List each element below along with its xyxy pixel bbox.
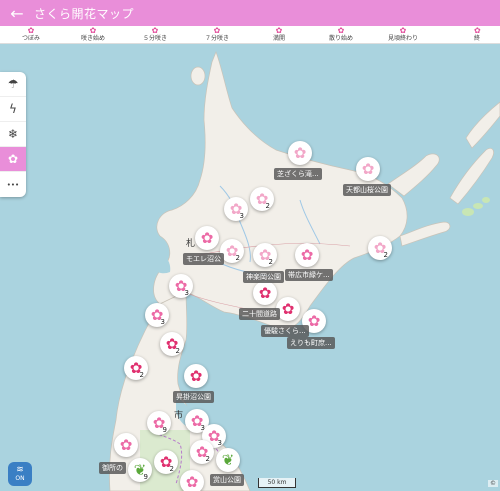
sakura-marker[interactable]: ✿ 2 xyxy=(190,440,214,464)
sakura-marker[interactable]: ✿ 2 xyxy=(250,187,274,211)
bud-icon: ✿ xyxy=(27,26,35,35)
half-bloom-icon: ✿ xyxy=(119,435,133,454)
map-scale: 50 km xyxy=(258,478,296,488)
bud-icon: ✿ xyxy=(293,143,307,162)
legend-item-last: ✿ 終 xyxy=(474,26,481,43)
more-icon: ••• xyxy=(6,180,20,189)
sakura-marker[interactable]: ✿ 2 xyxy=(253,243,277,267)
sakura-marker[interactable]: ✿ xyxy=(295,243,319,267)
back-button[interactable]: ← xyxy=(0,0,34,26)
legend-item-full: ✿ 満開 xyxy=(272,26,285,43)
sakura-marker[interactable]: ❦ 9 xyxy=(128,458,152,482)
sakura-marker[interactable]: ✿ xyxy=(180,470,204,491)
legend-item-start: ✿ 咲き始め xyxy=(80,26,105,43)
sakura-marker[interactable]: ❦ xyxy=(216,448,240,472)
leaf-icon: ❦ xyxy=(221,450,235,469)
sakura-marker[interactable]: ✿ 2 xyxy=(368,236,392,260)
lightning-icon: ϟ xyxy=(9,102,17,116)
half-bloom-icon: ✿ xyxy=(151,26,159,35)
half-bloom-icon: ✿ xyxy=(185,472,199,491)
sakura-layer-button[interactable]: ✿ xyxy=(0,147,26,172)
half-bloom-icon: ✿ xyxy=(200,228,214,247)
weather-wave-icon: ≋ xyxy=(16,465,24,475)
sakura-marker[interactable]: ✿ xyxy=(114,433,138,457)
rain-cloud-icon: ☂ xyxy=(7,77,19,91)
legend-item-half: ✿ ５分咲き xyxy=(142,26,167,43)
sakura-marker[interactable]: ✿ xyxy=(356,157,380,181)
end-icon: ✿ xyxy=(474,26,481,35)
spot-label[interactable]: 優駿さくら... xyxy=(261,325,309,337)
legend-item-end: ✿ 見頃終わり xyxy=(387,26,418,43)
sakura-marker[interactable]: ✿ 3 xyxy=(169,274,193,298)
sakura-marker[interactable]: ✿ xyxy=(288,141,312,165)
layer-sidebar: ☂ ϟ ❄ ✿ ••• xyxy=(0,72,26,197)
spot-label[interactable]: えりも町庶... xyxy=(287,337,335,349)
spot-label[interactable]: 芝ざくら滝... xyxy=(274,168,322,180)
svg-text:札: 札 xyxy=(186,237,195,249)
arrow-left-icon: ← xyxy=(10,3,24,23)
blossom-start-icon: ✿ xyxy=(89,26,97,35)
snow-layer-button[interactable]: ❄ xyxy=(0,122,26,147)
full-bloom-icon: ✿ xyxy=(281,299,295,318)
bud-icon: ✿ xyxy=(361,159,375,178)
map-copyright[interactable]: © xyxy=(488,480,498,487)
full-bloom-icon: ✿ xyxy=(275,26,283,35)
spot-label[interactable]: 帯広市緑ケ... xyxy=(285,269,333,281)
more-button[interactable]: ••• xyxy=(0,172,26,197)
spot-label[interactable]: 天都山桜公園 xyxy=(343,184,391,196)
spot-label[interactable]: 二十間道路 xyxy=(239,308,280,320)
sakura-marker[interactable]: ✿ xyxy=(195,226,219,250)
bloom-legend: ✿ つぼみ ✿ 咲き始め ✿ ５分咲き ✿ ７分咲き ✿ 満開 ✿ 散り始め ✿ 見頃終わり … xyxy=(0,26,500,44)
half-bloom-icon: ✿ xyxy=(307,311,321,330)
rain-layer-button[interactable]: ☂ xyxy=(0,72,26,97)
weather-toggle-button[interactable]: ≋ ON xyxy=(8,462,32,486)
falling-icon: ✿ xyxy=(337,26,345,35)
spot-label[interactable]: モエレ沼公 xyxy=(183,253,224,265)
spot-label[interactable]: 昇掛沼公園 xyxy=(173,391,214,403)
page-title: さくら開花マップ xyxy=(34,6,135,21)
sakura-marker[interactable]: ✿ 9 xyxy=(147,411,171,435)
svg-text:市: 市 xyxy=(174,409,183,421)
half-bloom-icon: ✿ xyxy=(300,245,314,264)
sakura-marker[interactable]: ✿ xyxy=(184,364,208,388)
app-header: ← さくら開花マップ xyxy=(0,0,500,26)
legend-item-seventy: ✿ ７分咲き xyxy=(204,26,229,43)
legend-item-falling: ✿ 散り始め xyxy=(328,26,353,43)
sakura-marker[interactable]: ✿ 2 xyxy=(154,450,178,474)
sakura-marker[interactable]: ✿ 3 xyxy=(224,197,248,221)
spot-label[interactable]: 神楽岡公園 xyxy=(243,271,284,283)
snowflake-icon: ❄ xyxy=(7,127,19,141)
sakura-icon: ✿ xyxy=(7,152,19,166)
legend-item-bud: ✿ つぼみ xyxy=(21,26,40,43)
full-bloom-icon: ✿ xyxy=(258,283,272,302)
sakura-marker[interactable]: ✿ 2 xyxy=(124,356,148,380)
map-canvas[interactable]: 札 市 xyxy=(0,44,500,491)
full-bloom-icon: ✿ xyxy=(189,366,203,385)
lightning-layer-button[interactable]: ϟ xyxy=(0,97,26,122)
end-icon: ✿ xyxy=(399,26,407,35)
sakura-marker[interactable]: ✿ 3 xyxy=(145,303,169,327)
sakura-marker[interactable]: ✿ xyxy=(253,281,277,305)
sakura-marker[interactable]: ✿ 2 xyxy=(160,332,184,356)
spot-label[interactable]: 赏山公園 xyxy=(210,474,244,486)
spot-label[interactable]: 御所の xyxy=(99,462,126,474)
seventy-bloom-icon: ✿ xyxy=(213,26,221,35)
